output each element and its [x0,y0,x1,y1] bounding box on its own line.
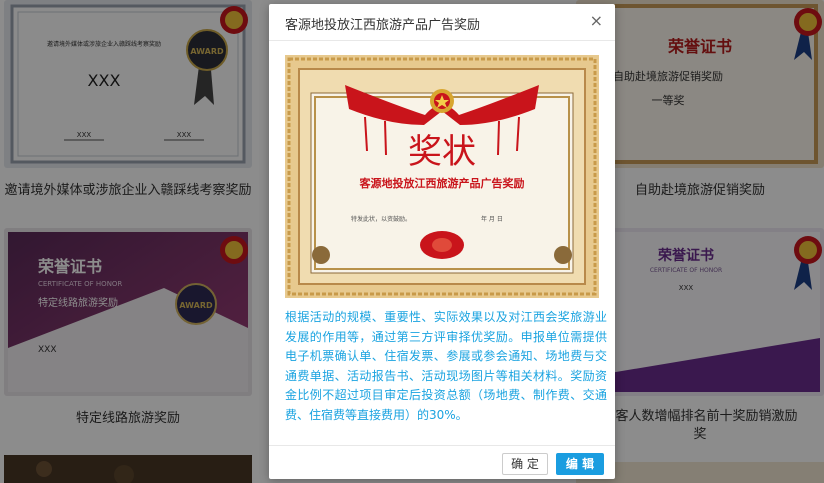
close-icon[interactable]: × [590,11,603,30]
emblem-icon [430,89,454,113]
page: 邀请境外媒体或涉旅企业入赣踩线考察奖励 XXX XXX XXX AWARD 邀请… [0,0,824,483]
confirm-button[interactable]: 确 定 [502,453,548,475]
award-description: 根据活动的规模、重要性、实际效果以及对江西会奖旅游业发展的作用等，通过第三方评审… [285,310,607,422]
certificate-body-text: 特发此状，以资鼓励。 [351,215,411,223]
certificate-award-name: 客源地投放江西旅游产品广告奖励 [359,176,525,190]
certificate-heading: 奖状 [408,132,476,172]
award-detail-modal: 客源地投放江西旅游产品广告奖励 × 奖状 客源地投放江西旅游产品广告奖励 特发此… [269,4,615,479]
modal-title: 客源地投放江西旅游产品广告奖励 [285,18,481,33]
divider [269,40,615,41]
certificate-date-text: 年 月 日 [481,215,503,223]
edit-button[interactable]: 编 辑 [556,453,604,475]
flower-ornament-icon [420,231,464,259]
divider [269,445,615,446]
certificate-image: 奖状 客源地投放江西旅游产品广告奖励 特发此状，以资鼓励。 年 月 日 [285,55,599,298]
